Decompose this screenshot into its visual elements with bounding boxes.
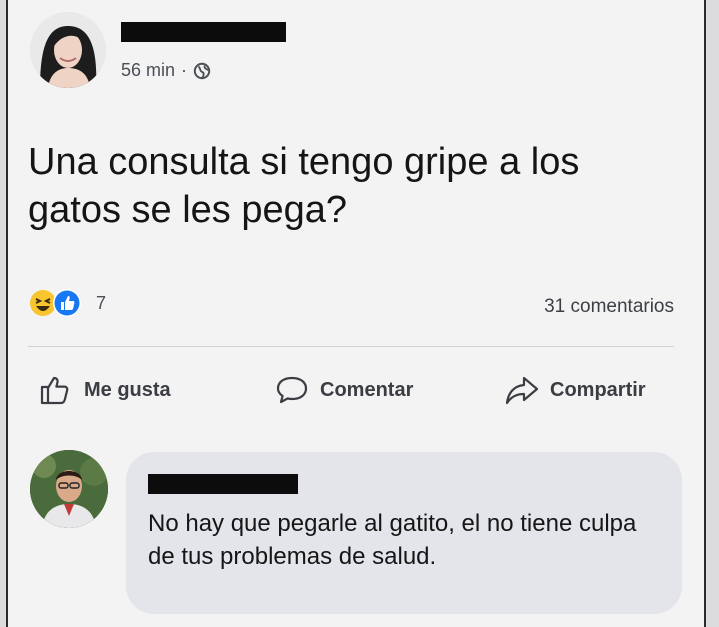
post-actions: Me gusta Comentar Compartir: [38, 372, 678, 412]
post-card: 56 min · Una consulta si tengo gripe a l…: [6, 0, 706, 627]
commenter-name-redacted: [148, 474, 298, 494]
comment-label: Comentar: [320, 378, 414, 401]
post-meta: 56 min ·: [121, 60, 211, 81]
like-button[interactable]: Me gusta: [38, 372, 171, 408]
share-button[interactable]: Compartir: [504, 372, 646, 408]
reaction-count: 7: [96, 292, 107, 313]
commenter-avatar[interactable]: [30, 450, 108, 528]
comment-text: No hay que pegarle al gatito, el no tien…: [148, 510, 637, 570]
post-text: Una consulta si tengo gripe a los gatos …: [28, 141, 580, 231]
author-avatar[interactable]: [30, 12, 106, 88]
like-label: Me gusta: [84, 378, 171, 401]
comment-button[interactable]: Comentar: [274, 372, 413, 408]
share-arrow-icon: [505, 376, 539, 405]
comment-bubble: No hay que pegarle al gatito, el no tien…: [126, 452, 682, 614]
thumbs-up-icon: [40, 376, 69, 405]
post-time[interactable]: 56 min: [121, 60, 175, 81]
globe-icon: [193, 62, 211, 79]
meta-separator: ·: [181, 60, 188, 80]
comments-count[interactable]: 31 comentarios: [544, 296, 674, 318]
comment-bubble-icon: [276, 376, 308, 404]
reactions-summary[interactable]: 7: [28, 288, 106, 318]
like-reaction-icon: [53, 289, 81, 317]
author-name-redacted: [121, 22, 286, 42]
divider: [28, 346, 674, 347]
share-label: Compartir: [550, 378, 646, 401]
